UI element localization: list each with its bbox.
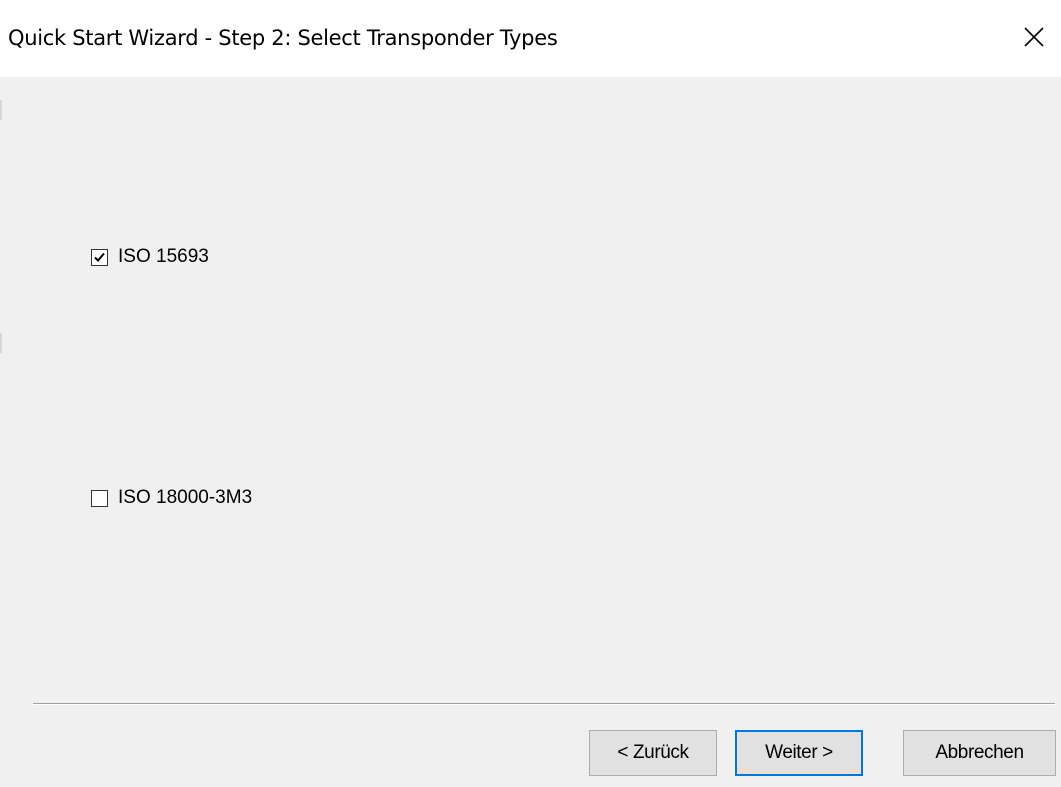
- checkbox-row-iso-18000-3m3[interactable]: ISO 18000-3M3: [91, 487, 252, 509]
- checkbox-label: ISO 15693: [118, 246, 209, 267]
- next-button[interactable]: Weiter >: [735, 730, 863, 776]
- back-button[interactable]: < Zurück: [589, 730, 717, 776]
- separator-line: [33, 703, 1055, 705]
- checkbox-label: ISO 18000-3M3: [118, 487, 253, 508]
- edge-mark: [0, 100, 2, 120]
- close-button[interactable]: [1007, 6, 1061, 68]
- checkbox-row-iso-15693[interactable]: ISO 15693: [91, 246, 209, 268]
- close-icon: [1024, 27, 1044, 47]
- checkbox-iso-15693[interactable]: [91, 248, 108, 266]
- title-bar[interactable]: Quick Start Wizard - Step 2: Select Tran…: [0, 0, 1061, 77]
- edge-mark: [0, 333, 2, 353]
- cancel-button[interactable]: Abbrechen: [903, 730, 1056, 776]
- wizard-window: Quick Start Wizard - Step 2: Select Tran…: [0, 0, 1061, 787]
- checkmark-icon: [94, 252, 105, 262]
- checkbox-iso-18000-3m3[interactable]: [91, 489, 108, 507]
- window-title: Quick Start Wizard - Step 2: Select Tran…: [8, 26, 558, 50]
- wizard-content: ISO 15693 ISO 18000-3M3 < Zurück Weiter …: [0, 77, 1061, 787]
